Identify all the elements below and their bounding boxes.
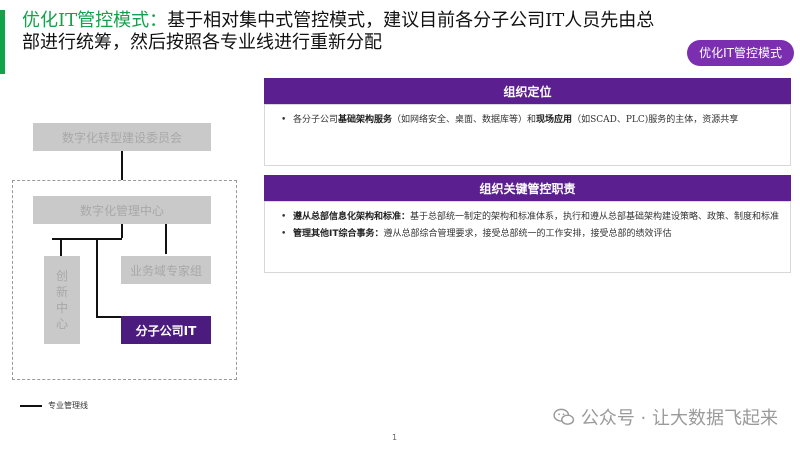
- committee-box: 数字化转型建设委员会: [33, 123, 211, 151]
- legend-label: 专业管理线: [48, 401, 88, 410]
- wechat-icon: [553, 408, 574, 425]
- positioning-body: 各分子公司基础架构服务（如网络安全、桌面、数据库等）和现场应用（如SCAD、PL…: [264, 104, 791, 166]
- legend-line-icon: [20, 405, 42, 407]
- connector-line: [96, 240, 98, 316]
- list-item: 管理其他IT综合事务：遵从总部综合管理要求，接受总部统一的工作安排，接受总部的绩…: [281, 227, 780, 242]
- positioning-header: 组织定位: [264, 78, 791, 104]
- connector-line: [60, 240, 62, 256]
- org-chart: 数字化转型建设委员会 数字化管理中心 创新中心 业务域专家组 分子公司IT: [0, 0, 260, 420]
- watermark: 公众号 · 让大数据飞起来: [553, 404, 778, 430]
- subsidiary-it-box: 分子公司IT: [121, 316, 211, 344]
- list-item: 各分子公司基础架构服务（如网络安全、桌面、数据库等）和现场应用（如SCAD、PL…: [281, 113, 780, 128]
- connector-line: [52, 238, 122, 240]
- section-badge: 优化IT管控模式: [687, 40, 794, 66]
- management-center-box: 数字化管理中心: [33, 196, 211, 224]
- duties-header: 组织关键管控职责: [264, 175, 791, 201]
- connector-line: [121, 151, 123, 180]
- innovation-center-box: 创新中心: [44, 256, 80, 344]
- connector-line: [96, 316, 122, 318]
- watermark-text: 公众号 · 让大数据飞起来: [580, 408, 778, 429]
- connector-line: [121, 224, 123, 238]
- expert-group-box: 业务域专家组: [121, 256, 211, 284]
- connector-line: [165, 224, 167, 254]
- duties-body: 遵从总部信息化架构和标准：基于总部统一制定的架构和标准体系，执行和遵从总部基础架…: [264, 201, 791, 273]
- page-number: 1: [392, 433, 398, 442]
- list-item: 遵从总部信息化架构和标准：基于总部统一制定的架构和标准体系，执行和遵从总部基础架…: [281, 210, 780, 225]
